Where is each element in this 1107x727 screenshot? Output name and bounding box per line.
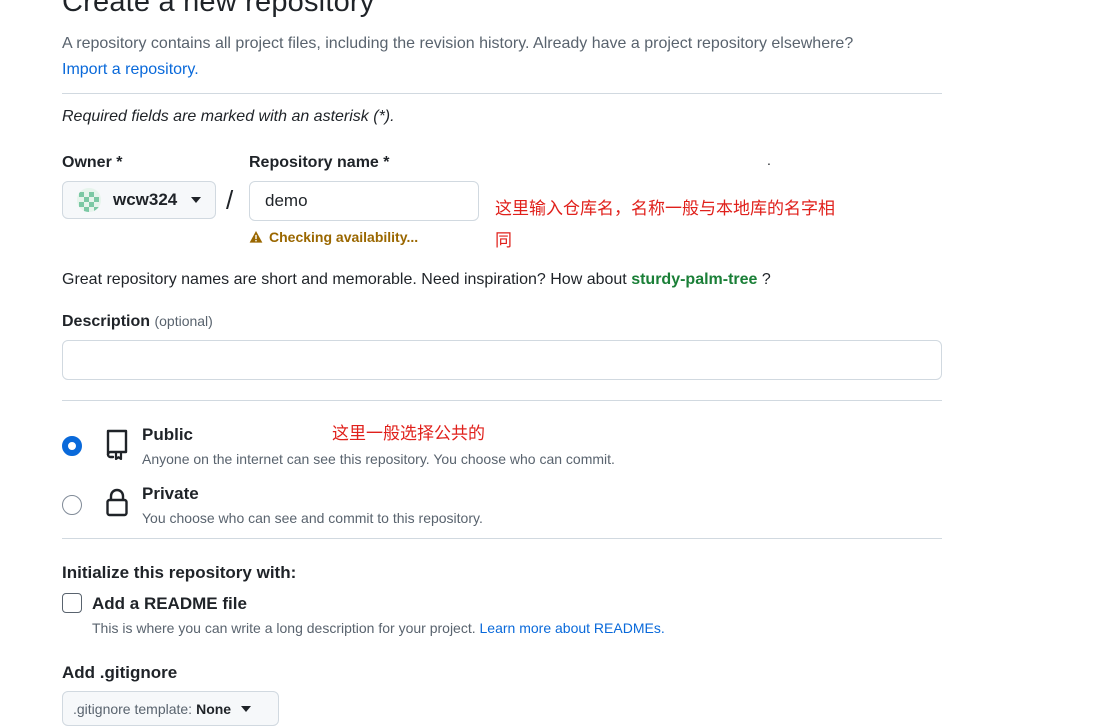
learn-readmes-link[interactable]: Learn more about READMEs. (480, 620, 665, 636)
public-radio[interactable] (62, 436, 82, 456)
private-description: You choose who can see and commit to thi… (142, 510, 483, 526)
optional-tag: (optional) (154, 313, 213, 329)
description-input[interactable] (62, 340, 942, 380)
owner-repo-separator: / (226, 185, 234, 215)
alert-icon (249, 231, 263, 243)
stray-dot: . (767, 152, 771, 168)
required-fields-note: Required fields are marked with an aster… (62, 108, 395, 125)
gitignore-prefix: .gitignore template: (73, 700, 193, 717)
suggestion-question: ? (761, 271, 771, 288)
import-repository-link[interactable]: Import a repository. (62, 61, 199, 79)
annotation-visibility: 这里一般选择公共的 (332, 424, 485, 443)
page-subtitle: A repository contains all project files,… (62, 35, 854, 52)
owner-dropdown[interactable]: wcw324 (62, 181, 216, 219)
suggestion-text: Great repository names are short and mem… (62, 271, 627, 288)
owner-label: Owner * (62, 154, 123, 171)
annotation-repo-name: 这里输入仓库名，名称一般与本地库的名字相 (495, 199, 835, 218)
annotation-repo-name-cont: 同 (495, 231, 512, 250)
repository-name-label: Repository name * (249, 154, 390, 171)
repository-name-input[interactable] (249, 181, 479, 221)
chevron-down-icon (191, 197, 202, 203)
readme-description-text: This is where you can write a long descr… (92, 620, 476, 636)
availability-text: Checking availability... (269, 229, 419, 245)
chevron-down-icon (241, 705, 252, 712)
description-label: Description (optional) (62, 313, 213, 331)
divider (62, 538, 942, 539)
lock-icon (104, 487, 130, 524)
gitignore-template-dropdown[interactable]: .gitignore template: None (62, 691, 279, 726)
private-title: Private (142, 484, 199, 503)
initialize-label: Initialize this repository with: (62, 563, 297, 582)
private-radio[interactable] (62, 495, 82, 515)
availability-status: Checking availability... (249, 229, 418, 245)
public-title: Public (142, 425, 194, 444)
avatar (77, 188, 101, 212)
suggested-name-link[interactable]: sturdy-palm-tree (631, 271, 757, 288)
name-suggestion: Great repository names are short and mem… (62, 271, 771, 289)
owner-name: wcw324 (113, 190, 178, 209)
description-label-text: Description (62, 313, 151, 330)
divider (62, 400, 942, 401)
public-description: Anyone on the internet can see this repo… (142, 451, 615, 467)
readme-checkbox[interactable] (62, 593, 82, 613)
gitignore-label: Add .gitignore (62, 663, 178, 682)
repo-icon (104, 428, 130, 465)
readme-label[interactable]: Add a README file (92, 594, 247, 614)
gitignore-value: None (196, 700, 232, 717)
divider (62, 93, 942, 94)
readme-description: This is where you can write a long descr… (92, 620, 665, 636)
page-title: Create a new repository (62, 0, 375, 18)
